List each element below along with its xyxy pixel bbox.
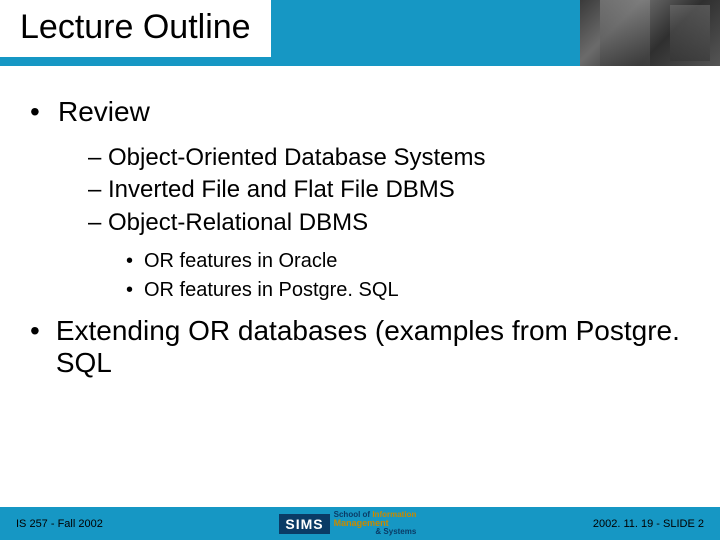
subsub-postgres: •OR features in Postgre. SQL xyxy=(126,276,690,305)
subitem-ordbms: – Object-Relational DBMS xyxy=(88,207,690,239)
header-photo xyxy=(580,0,720,66)
title-block: Lecture Outline xyxy=(0,0,271,57)
subitem-ordbms-label: Object-Relational DBMS xyxy=(108,209,368,236)
subitem-oodb-label: Object-Oriented Database Systems xyxy=(108,144,486,171)
slide: Lecture Outline • Review – Object-Orient… xyxy=(0,0,720,540)
slide-title: Lecture Outline xyxy=(20,8,251,47)
subitem-inverted: – Inverted File and Flat File DBMS xyxy=(88,174,690,206)
sims-line3: & Systems xyxy=(334,528,417,536)
footer-band: IS 257 - Fall 2002 SIMS School of Inform… xyxy=(0,507,720,540)
footer-left: IS 257 - Fall 2002 xyxy=(16,518,103,530)
subsub-oracle-label: OR features in Oracle xyxy=(144,250,337,272)
bullet-dot-icon: • xyxy=(30,315,56,379)
subitem-oodb: – Object-Oriented Database Systems xyxy=(88,142,690,174)
bullet-review: • Review xyxy=(30,96,690,128)
footer-right: 2002. 11. 19 - SLIDE 2 xyxy=(593,518,704,530)
sims-logo-text: School of Information Management & Syste… xyxy=(334,511,417,536)
bullet-dot-icon: • xyxy=(126,247,144,276)
review-subitems: – Object-Oriented Database Systems – Inv… xyxy=(88,142,690,305)
bullet-extending-label: Extending OR databases (examples from Po… xyxy=(56,315,690,379)
bullet-review-label: Review xyxy=(58,96,150,128)
subsub-oracle: •OR features in Oracle xyxy=(126,247,690,276)
slide-content: • Review – Object-Oriented Database Syst… xyxy=(30,90,690,393)
footer-logo: SIMS School of Information Management & … xyxy=(279,511,416,536)
bullet-dot-icon: • xyxy=(126,276,144,305)
subitem-inverted-label: Inverted File and Flat File DBMS xyxy=(108,176,455,203)
subsub-postgres-label: OR features in Postgre. SQL xyxy=(144,279,399,301)
bullet-dot-icon: • xyxy=(30,96,58,128)
ordbms-subsubitems: •OR features in Oracle •OR features in P… xyxy=(126,247,690,305)
sims-logo-mark: SIMS xyxy=(279,514,329,534)
bullet-extending: • Extending OR databases (examples from … xyxy=(30,315,690,379)
